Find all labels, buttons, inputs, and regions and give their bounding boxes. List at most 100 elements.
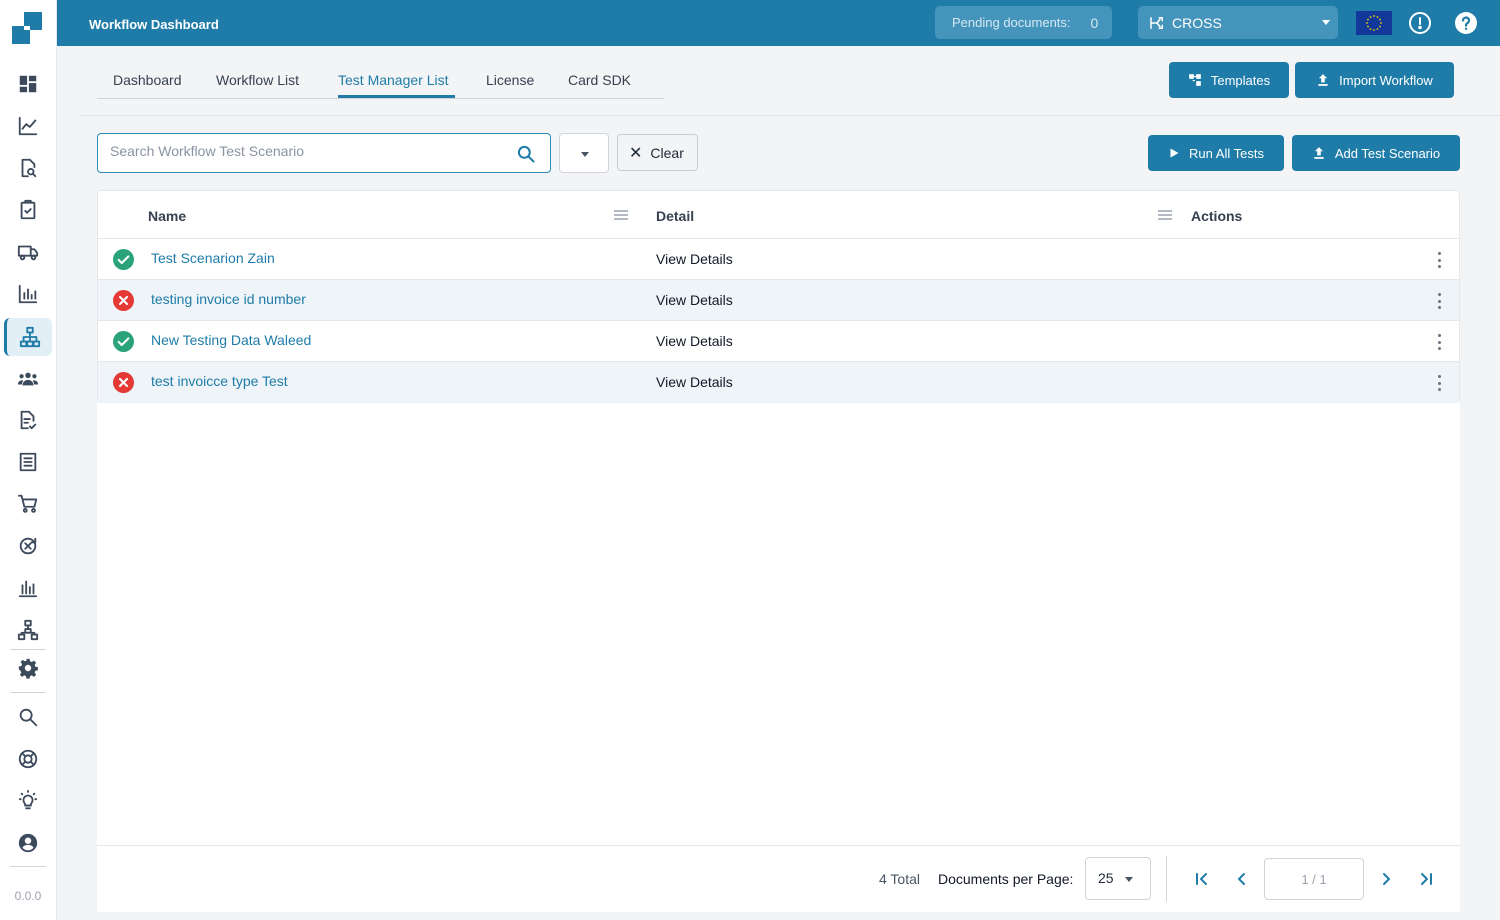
search-icon[interactable] <box>4 699 52 735</box>
sidebar: 0.0.0 <box>0 0 57 920</box>
network-icon[interactable] <box>4 612 52 648</box>
clear-label: Clear <box>650 144 684 161</box>
upload-icon <box>1318 74 1328 86</box>
column-header-detail[interactable]: Detail <box>656 208 694 224</box>
account-icon[interactable] <box>4 825 52 861</box>
shopping-cart-icon[interactable] <box>4 486 52 522</box>
support-icon[interactable] <box>4 741 52 777</box>
more-vert-icon[interactable] <box>1434 373 1444 393</box>
search-input[interactable] <box>110 143 510 159</box>
tab-dashboard[interactable]: Dashboard <box>113 72 182 88</box>
view-details-link[interactable]: View Details <box>656 333 733 349</box>
alert-icon[interactable] <box>1408 11 1432 35</box>
table-empty-area <box>97 403 1460 845</box>
previous-page-icon[interactable] <box>1233 870 1251 888</box>
add-test-scenario-button[interactable]: Add Test Scenario <box>1292 135 1460 171</box>
failed-status-icon <box>113 290 134 311</box>
scenario-name-link[interactable]: testing invoice id number <box>151 291 306 307</box>
next-page-icon[interactable] <box>1377 870 1395 888</box>
eu-flag-icon[interactable] <box>1356 11 1392 35</box>
active-tab-indicator <box>338 95 455 98</box>
per-page-value: 25 <box>1098 870 1114 886</box>
table-row[interactable]: New Testing Data Waleed View Details <box>98 321 1459 362</box>
delivery-truck-icon[interactable] <box>4 234 52 270</box>
scenario-name-link[interactable]: New Testing Data Waleed <box>151 332 311 348</box>
total-count: 4 Total <box>879 871 920 887</box>
line-chart-icon[interactable] <box>4 108 52 144</box>
chevron-down-icon <box>1125 877 1133 882</box>
pending-documents-label: Pending documents: <box>952 15 1071 30</box>
app-logo[interactable] <box>12 12 44 44</box>
run-all-tests-label: Run All Tests <box>1189 145 1264 161</box>
search-field[interactable] <box>97 133 551 173</box>
clipboard-check-icon[interactable] <box>4 192 52 228</box>
templates-icon <box>1189 74 1201 86</box>
sidebar-divider <box>10 866 46 867</box>
users-group-icon[interactable] <box>4 361 52 397</box>
dashboard-icon[interactable] <box>4 66 52 102</box>
document-search-icon[interactable] <box>4 150 52 186</box>
view-details-link[interactable]: View Details <box>656 292 733 308</box>
per-page-select[interactable]: 25 <box>1085 857 1151 900</box>
pagination-divider <box>1166 856 1167 902</box>
chevron-down-icon <box>1322 20 1330 25</box>
first-page-icon[interactable] <box>1193 870 1211 888</box>
tab-bar: Dashboard Workflow List Test Manager Lis… <box>97 62 664 99</box>
help-icon[interactable] <box>1454 11 1478 35</box>
page-indicator[interactable]: 1 / 1 <box>1264 858 1364 900</box>
more-vert-icon[interactable] <box>1434 332 1444 352</box>
clear-button[interactable]: ✕ Clear <box>617 134 698 171</box>
top-bar: Workflow Dashboard Pending documents: 0 … <box>57 0 1500 46</box>
templates-label: Templates <box>1210 72 1271 88</box>
settings-icon[interactable] <box>4 650 52 686</box>
sidebar-divider <box>10 692 46 693</box>
import-workflow-label: Import Workflow <box>1339 72 1433 88</box>
tab-license[interactable]: License <box>486 72 534 88</box>
column-header-name[interactable]: Name <box>148 208 186 224</box>
add-test-scenario-label: Add Test Scenario <box>1334 145 1441 161</box>
failed-status-icon <box>113 372 134 393</box>
globe-sync-icon[interactable] <box>4 528 52 564</box>
column-menu-icon[interactable] <box>614 210 628 220</box>
upload-icon <box>1314 147 1324 159</box>
scenario-name-link[interactable]: test invoicce type Test <box>151 373 288 389</box>
more-vert-icon[interactable] <box>1434 250 1444 270</box>
filter-dropdown[interactable] <box>559 133 609 173</box>
app-version: 0.0.0 <box>14 889 42 903</box>
organization-select[interactable]: CROSS <box>1138 6 1338 39</box>
run-all-tests-button[interactable]: Run All Tests <box>1148 135 1284 171</box>
import-workflow-button[interactable]: Import Workflow <box>1295 62 1454 98</box>
view-details-link[interactable]: View Details <box>656 251 733 267</box>
workflow-hierarchy-icon[interactable] <box>4 318 52 356</box>
branch-icon <box>1150 16 1163 29</box>
table-row[interactable]: testing invoice id number View Details <box>98 280 1459 321</box>
tab-test-manager-list[interactable]: Test Manager List <box>338 72 449 88</box>
column-menu-icon[interactable] <box>1158 210 1172 220</box>
last-page-icon[interactable] <box>1417 870 1435 888</box>
column-header-actions: Actions <box>1191 208 1243 224</box>
pending-documents-badge[interactable]: Pending documents: 0 <box>935 6 1112 39</box>
bar-chart-icon[interactable] <box>4 276 52 312</box>
organization-label: CROSS <box>1172 14 1222 31</box>
section-divider <box>81 115 1500 116</box>
test-scenarios-table: Name Detail Actions Test Scenarion Zain … <box>97 190 1460 403</box>
lightbulb-icon[interactable] <box>4 783 52 819</box>
scenario-name-link[interactable]: Test Scenarion Zain <box>151 250 275 266</box>
view-details-link[interactable]: View Details <box>656 374 733 390</box>
table-row[interactable]: test invoicce type Test View Details <box>98 362 1459 403</box>
more-vert-icon[interactable] <box>1434 291 1444 311</box>
tab-card-sdk[interactable]: Card SDK <box>568 72 631 88</box>
table-row[interactable]: Test Scenarion Zain View Details <box>98 239 1459 280</box>
passed-status-icon <box>113 331 134 352</box>
pending-documents-count: 0 <box>1090 14 1099 31</box>
tab-workflow-list[interactable]: Workflow List <box>216 72 299 88</box>
templates-button[interactable]: Templates <box>1169 62 1289 98</box>
search-icon[interactable] <box>516 144 536 164</box>
analytics-icon[interactable] <box>4 570 52 606</box>
play-icon <box>1170 148 1179 158</box>
chevron-down-icon <box>581 152 589 157</box>
document-check-icon[interactable] <box>4 402 52 438</box>
list-document-icon[interactable] <box>4 444 52 480</box>
per-page-label: Documents per Page: <box>938 871 1074 887</box>
pagination-bar: 4 Total Documents per Page: 25 1 / 1 <box>97 845 1460 912</box>
